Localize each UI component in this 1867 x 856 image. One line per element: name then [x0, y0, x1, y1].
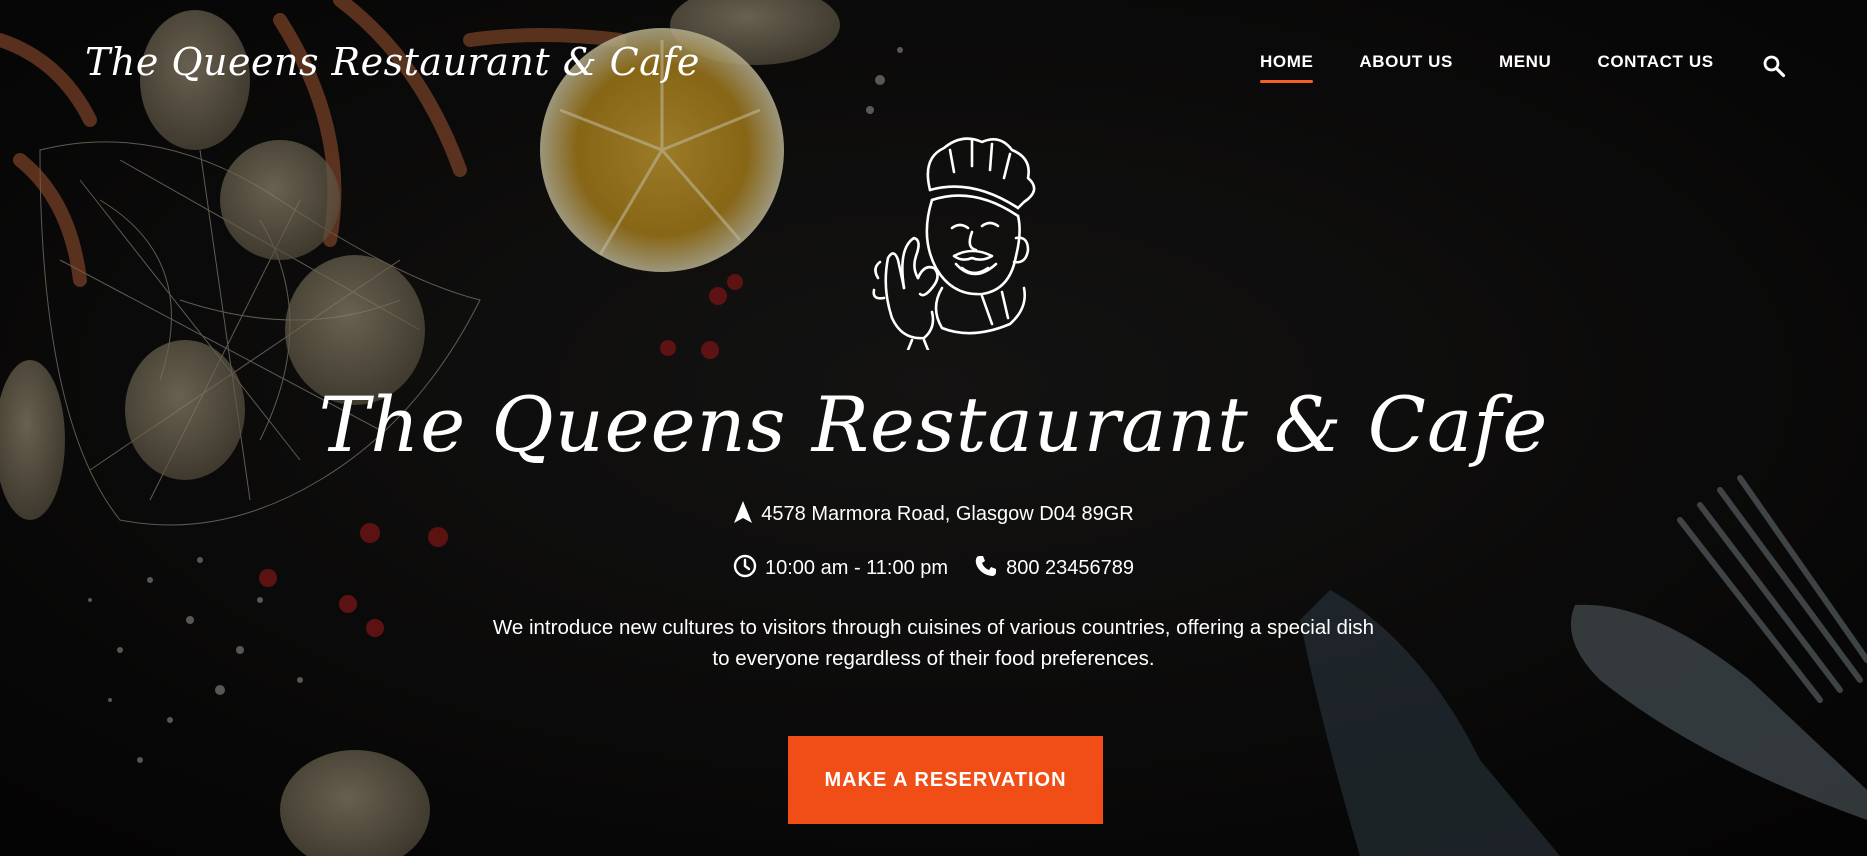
address-text: 4578 Marmora Road, Glasgow D04 89GR: [761, 503, 1134, 525]
description-line-2: to everyone regardless of their food pre…: [712, 647, 1155, 670]
opening-hours-text: 10:00 am - 11:00 pm: [765, 557, 949, 579]
phone-link[interactable]: 800 23456789: [1006, 557, 1134, 579]
hero-title: The Queens Restaurant & Cafe: [318, 380, 1549, 469]
nav-item-home[interactable]: HOME: [1260, 52, 1314, 83]
phone-icon: [974, 554, 998, 584]
description-line-1: We introduce new cultures to visitors th…: [492, 616, 1375, 639]
hours-phone-row: 10:00 am - 11:00 pm 800 23456789: [0, 554, 1867, 584]
nav-item-about-us[interactable]: ABOUT US: [1359, 52, 1453, 72]
site-brand-logo[interactable]: The Queens Restaurant & Cafe: [85, 40, 700, 84]
search-icon[interactable]: [1762, 54, 1786, 78]
location-arrow-icon: [733, 500, 753, 530]
nav-item-contact-us[interactable]: CONTACT US: [1597, 52, 1713, 72]
chef-illustration-icon: [872, 137, 1036, 350]
nav-item-menu[interactable]: MENU: [1499, 52, 1551, 72]
hero-description: We introduce new cultures to visitors th…: [0, 612, 1867, 674]
clock-icon: [733, 554, 757, 584]
make-reservation-button[interactable]: MAKE A RESERVATION: [788, 736, 1103, 824]
main-navigation: HOME ABOUT US MENU CONTACT US: [1260, 52, 1760, 83]
address-row: 4578 Marmora Road, Glasgow D04 89GR: [0, 500, 1867, 530]
